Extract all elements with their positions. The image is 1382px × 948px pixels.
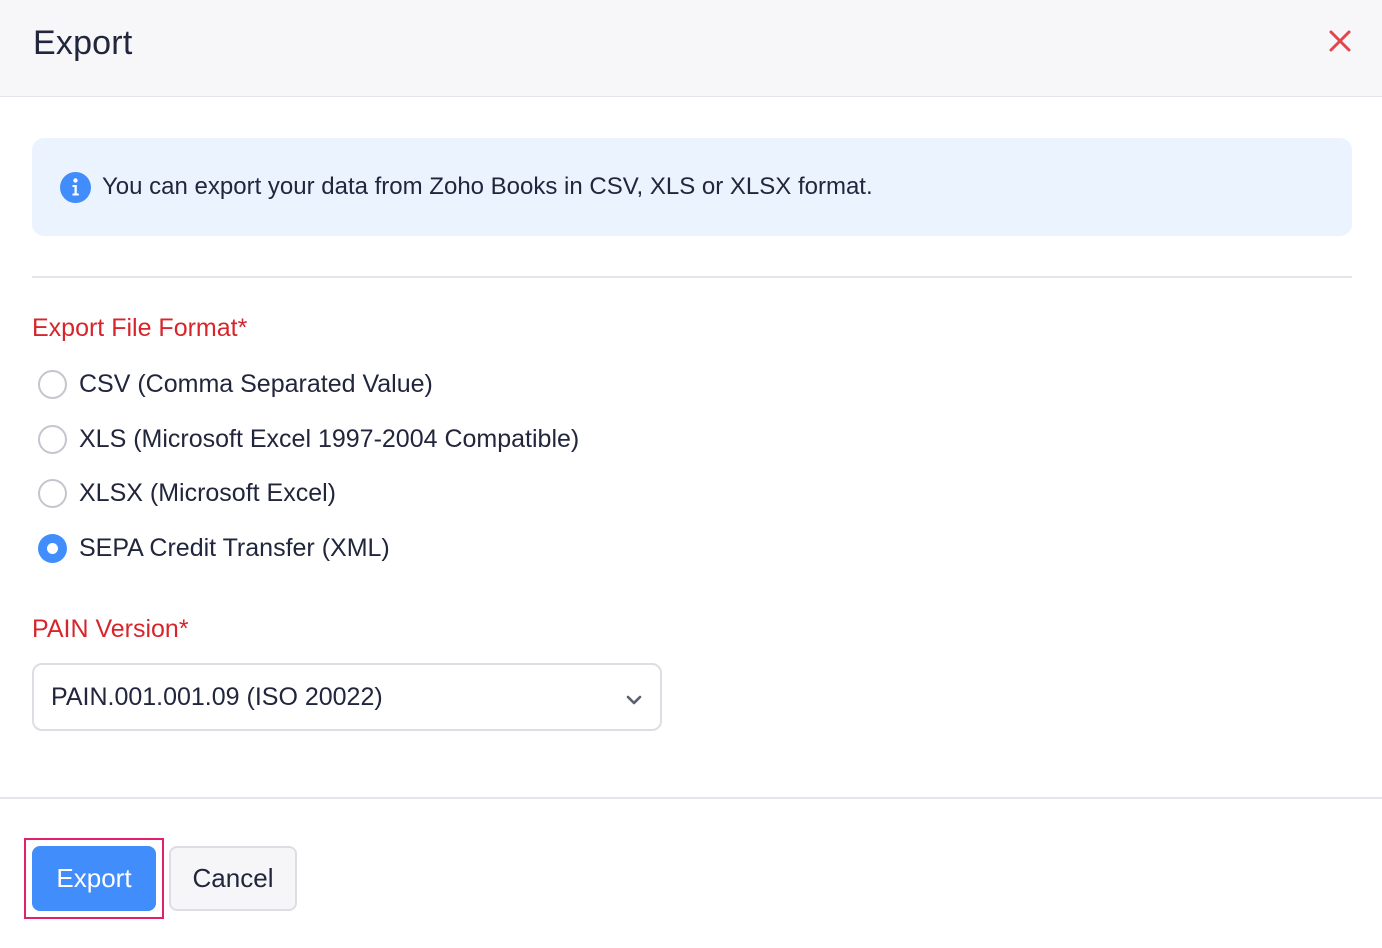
footer-divider — [0, 797, 1382, 799]
radio-label: CSV (Comma Separated Value) — [79, 369, 433, 398]
info-text: You can export your data from Zoho Books… — [102, 173, 873, 200]
info-banner: You can export your data from Zoho Books… — [32, 138, 1352, 236]
format-option-sepa[interactable]: SEPA Credit Transfer (XML) — [38, 531, 390, 565]
chevron-down-icon — [623, 689, 645, 711]
radio-button-selected[interactable] — [38, 533, 67, 563]
pain-version-label: PAIN Version* — [32, 615, 189, 643]
radio-button[interactable] — [38, 478, 67, 508]
radio-button[interactable] — [38, 369, 67, 399]
info-icon — [60, 172, 91, 203]
dialog-header: Export — [0, 0, 1382, 97]
pain-version-select[interactable]: PAIN.001.001.09 (ISO 20022) — [32, 663, 662, 731]
radio-label: SEPA Credit Transfer (XML) — [79, 533, 390, 562]
cancel-button[interactable]: Cancel — [169, 846, 297, 911]
radio-button[interactable] — [38, 424, 67, 454]
section-divider — [32, 276, 1352, 278]
format-option-xlsx[interactable]: XLSX (Microsoft Excel) — [38, 476, 336, 510]
close-button[interactable] — [1322, 24, 1358, 60]
pain-version-value: PAIN.001.001.09 (ISO 20022) — [51, 683, 383, 711]
radio-label: XLSX (Microsoft Excel) — [79, 478, 337, 507]
radio-label: XLS (Microsoft Excel 1997-2004 Compatibl… — [79, 424, 580, 453]
export-button[interactable]: Export — [32, 846, 156, 911]
dialog-title: Export — [33, 24, 133, 62]
close-icon — [1329, 30, 1351, 52]
format-option-xls[interactable]: XLS (Microsoft Excel 1997-2004 Compatibl… — [38, 422, 579, 456]
format-option-csv[interactable]: CSV (Comma Separated Value) — [38, 367, 433, 401]
export-format-label: Export File Format* — [32, 314, 248, 342]
